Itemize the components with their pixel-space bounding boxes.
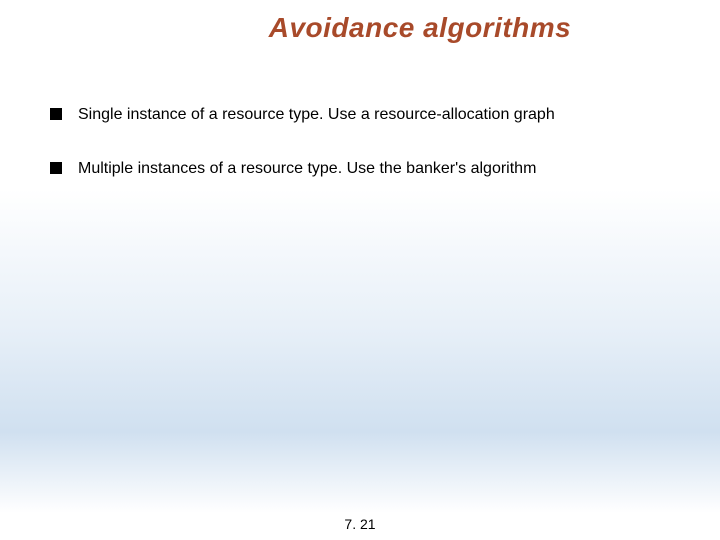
- page-number: 7. 21: [344, 516, 375, 532]
- bullet-square-icon: [50, 108, 62, 120]
- slide-content: Single instance of a resource type. Use …: [0, 44, 720, 181]
- bullet-square-icon: [50, 162, 62, 174]
- bullet-item: Single instance of a resource type. Use …: [50, 104, 670, 126]
- slide-title: Avoidance algorithms: [0, 0, 720, 44]
- bullet-text: Multiple instances of a resource type. U…: [78, 158, 536, 180]
- bullet-text: Single instance of a resource type. Use …: [78, 104, 555, 126]
- bullet-item: Multiple instances of a resource type. U…: [50, 158, 670, 180]
